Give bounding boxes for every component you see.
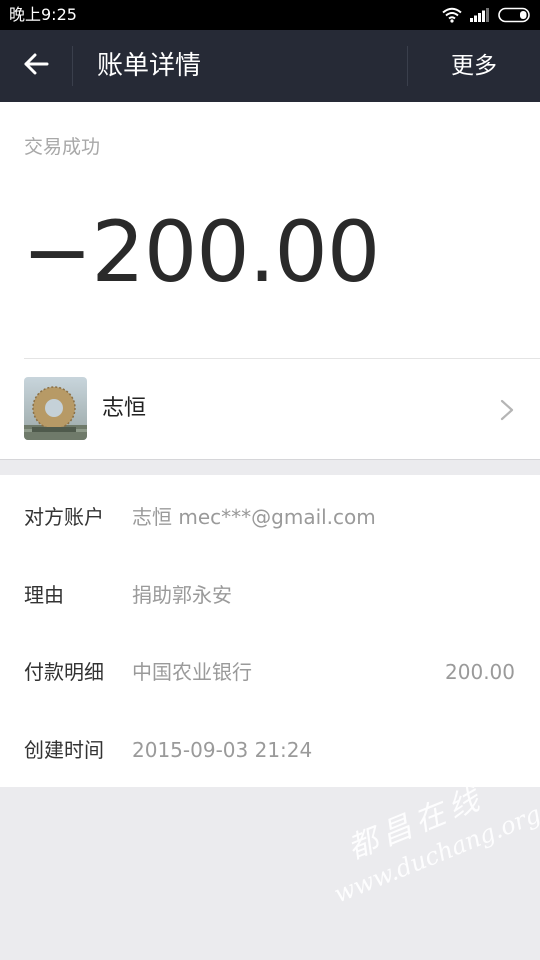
battery-icon xyxy=(498,7,532,23)
status-time: 晚上9:25 xyxy=(9,5,77,24)
transaction-amount: −200.00 xyxy=(22,203,380,301)
more-button[interactable]: 更多 xyxy=(408,30,540,102)
payment-bank: 中国农业银行 xyxy=(132,660,252,684)
status-bar: 晚上9:25 xyxy=(0,0,540,30)
payee-row[interactable]: 志恒 xyxy=(0,359,540,459)
reason-value: 捐助郭永安 xyxy=(132,583,232,607)
detail-row-counterparty: 对方账户 志恒 mec***@gmail.com xyxy=(0,477,540,555)
arrow-left-icon xyxy=(23,53,49,79)
payment-label: 付款明细 xyxy=(24,660,104,684)
status-icons xyxy=(442,6,532,24)
counterparty-value: 志恒 mec***@gmail.com xyxy=(132,505,376,529)
reason-label: 理由 xyxy=(24,583,64,607)
detail-row-reason: 理由 捐助郭永安 xyxy=(0,555,540,633)
created-label: 创建时间 xyxy=(24,738,104,762)
chevron-right-icon xyxy=(500,399,514,425)
detail-row-created: 创建时间 2015-09-03 21:24 xyxy=(0,710,540,788)
divider xyxy=(0,459,540,460)
nav-bar: 账单详情 更多 xyxy=(0,30,540,102)
avatar xyxy=(24,377,87,440)
signal-icon xyxy=(470,8,490,22)
transaction-details: 对方账户 志恒 mec***@gmail.com 理由 捐助郭永安 付款明细 中… xyxy=(0,475,540,787)
watermark-url: www.duchang.org xyxy=(329,800,540,909)
payee-name: 志恒 xyxy=(102,396,147,421)
transaction-status: 交易成功 xyxy=(24,136,101,158)
created-value: 2015-09-03 21:24 xyxy=(132,738,313,762)
wifi-icon xyxy=(442,7,462,23)
counterparty-label: 对方账户 xyxy=(24,505,104,529)
nav-divider xyxy=(72,46,73,86)
transaction-summary: 交易成功 −200.00 志恒 xyxy=(0,102,540,459)
page-title: 账单详情 xyxy=(97,51,202,81)
detail-row-payment: 付款明细 中国农业银行 200.00 xyxy=(0,632,540,710)
back-button[interactable] xyxy=(0,30,72,102)
payment-amount: 200.00 xyxy=(445,660,515,684)
